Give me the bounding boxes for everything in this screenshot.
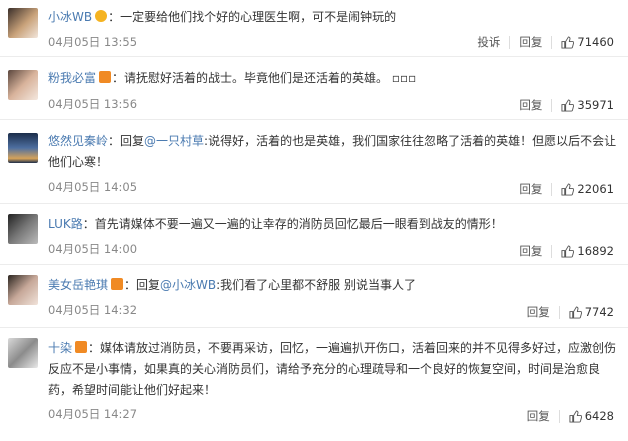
like-button[interactable]: 35971 (561, 98, 614, 112)
reply-button[interactable]: 回复 (519, 34, 542, 50)
timestamp: 04月05日 14:27 (48, 407, 138, 421)
like-button[interactable]: 7742 (569, 305, 614, 319)
comment-text: ：首先请媒体不要一遍又一遍的让幸存的消防员回忆最后一眼看到战友的情形！ (82, 217, 503, 231)
user-badge-icon (99, 71, 112, 83)
user-badge-icon (111, 278, 124, 290)
divider (509, 35, 511, 49)
comment-text: ：媒体请放过消防员，不要再采访，回忆，一遍遍扒开伤口，活着回来的并不见得多好过，… (48, 341, 617, 397)
reply-prefix: ：回复 (124, 278, 161, 292)
divider (551, 35, 553, 49)
like-count: 16892 (577, 244, 614, 258)
username[interactable]: 十染 (48, 341, 72, 355)
timestamp: 04月05日 14:00 (48, 242, 138, 256)
reply-button[interactable]: 回复 (519, 243, 542, 259)
divider (551, 182, 553, 196)
username[interactable]: 小冰WB (48, 10, 92, 24)
like-count: 6428 (584, 409, 614, 423)
reply-button[interactable]: 回复 (519, 181, 542, 197)
comment-item: 悠然见秦岭：回复@一只村草:说得好，活着的也是英雄，我们国家往往忽略了活着的英雄… (0, 120, 628, 204)
username[interactable]: 美女岳艳琪 (48, 278, 108, 292)
username[interactable]: LUK路 (48, 217, 83, 231)
reply-button[interactable]: 回复 (527, 408, 550, 424)
like-count: 7742 (584, 305, 614, 319)
reply-button[interactable]: 回复 (519, 97, 542, 113)
comment-list: 小冰WB ：一定要给他们找个好的心理医生啊，可不是闹钟玩的 04月05日 13:5… (0, 0, 628, 441)
avatar[interactable] (8, 214, 38, 244)
comment-item: LUK路：首先请媒体不要一遍又一遍的让幸存的消防员回忆最后一眼看到战友的情形！ … (0, 204, 628, 265)
comment-item: 小冰WB ：一定要给他们找个好的心理医生啊，可不是闹钟玩的 04月05日 13:5… (0, 0, 628, 57)
avatar[interactable] (8, 133, 38, 163)
thumbs-up-icon (561, 182, 575, 196)
username[interactable]: 悠然见秦岭 (48, 134, 108, 148)
user-badge-icon (75, 341, 88, 353)
divider (551, 244, 553, 258)
avatar[interactable] (8, 275, 38, 305)
thumbs-up-icon (561, 98, 575, 112)
divider (558, 305, 560, 319)
like-button[interactable]: 6428 (569, 409, 614, 423)
like-button[interactable]: 71460 (561, 35, 614, 49)
thumbs-up-icon (561, 35, 575, 49)
timestamp: 04月05日 13:56 (48, 97, 138, 111)
avatar[interactable] (8, 8, 38, 38)
divider (558, 409, 560, 423)
like-button[interactable]: 22061 (561, 182, 614, 196)
comment-text: :我们看了心里都不舒服 别说当事人了 (216, 278, 416, 292)
like-count: 35971 (577, 98, 614, 112)
comment-text: ：一定要给他们找个好的心理医生啊，可不是闹钟玩的 (108, 10, 397, 24)
thumbs-up-icon (569, 409, 582, 423)
timestamp: 04月05日 14:05 (48, 180, 138, 194)
comment-item: 十染 ：媒体请放过消防员，不要再采访，回忆，一遍遍扒开伤口，活着回来的并不见得多好… (0, 328, 628, 441)
mention-link[interactable]: @小冰WB (160, 278, 216, 292)
avatar[interactable] (8, 338, 38, 368)
user-badge-icon (95, 10, 108, 22)
like-count: 71460 (577, 35, 614, 49)
mention-link[interactable]: @一只村草 (144, 134, 204, 148)
timestamp: 04月05日 14:32 (48, 303, 138, 317)
like-count: 22061 (577, 182, 614, 196)
username[interactable]: 粉我必富 (48, 71, 96, 85)
thumbs-up-icon (561, 244, 575, 258)
comment-item: 粉我必富 ：请抚慰好活着的战士。毕竟他们是还活着的英雄。 ▫▫▫ 04月05日 1… (0, 57, 628, 120)
timestamp: 04月05日 13:55 (48, 35, 138, 49)
report-button[interactable]: 投诉 (477, 34, 500, 50)
comment-item: 美女岳艳琪 ：回复@小冰WB:我们看了心里都不舒服 别说当事人了 04月05日 1… (0, 265, 628, 328)
reply-prefix: ：回复 (108, 134, 145, 148)
like-button[interactable]: 16892 (561, 244, 614, 258)
reply-button[interactable]: 回复 (527, 304, 550, 320)
thumbs-up-icon (569, 305, 582, 319)
comment-text: ：请抚慰好活着的战士。毕竟他们是还活着的英雄。 ▫▫▫ (112, 71, 417, 85)
divider (551, 98, 553, 112)
avatar[interactable] (8, 70, 38, 100)
